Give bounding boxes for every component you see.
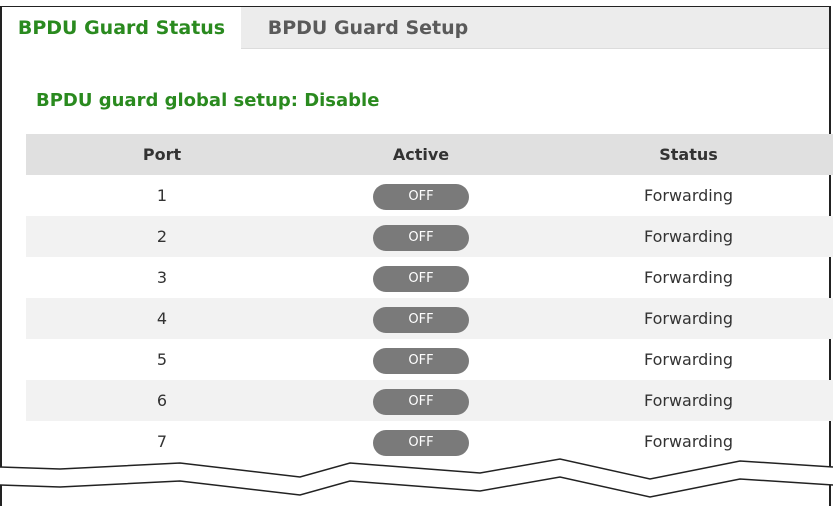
torn-edge-break — [0, 458, 833, 498]
global-setup-label: BPDU guard global setup: Disable — [36, 90, 380, 111]
port-number: 3 — [156, 268, 168, 287]
table-row: 5 OFF Forwarding — [26, 339, 833, 380]
column-header-port: Port — [142, 145, 182, 164]
port-number: 2 — [156, 227, 168, 246]
port-number: 6 — [156, 391, 168, 410]
column-header-active: Active — [392, 145, 450, 164]
table-row: 4 OFF Forwarding — [26, 298, 833, 339]
table-row: 1 OFF Forwarding — [26, 175, 833, 216]
column-header-status: Status — [659, 145, 718, 164]
active-cell: OFF — [298, 339, 544, 380]
port-number: 4 — [156, 309, 168, 328]
active-cell: OFF — [298, 175, 544, 216]
active-cell: OFF — [298, 216, 544, 257]
active-toggle[interactable]: OFF — [373, 347, 469, 374]
status-text: Forwarding — [643, 391, 734, 410]
active-cell: OFF — [298, 380, 544, 421]
table-row: 2 OFF Forwarding — [26, 216, 833, 257]
active-cell: OFF — [298, 298, 544, 339]
table-row: 3 OFF Forwarding — [26, 257, 833, 298]
port-number: 5 — [156, 350, 168, 369]
active-toggle[interactable]: OFF — [373, 265, 469, 292]
active-cell: OFF — [298, 257, 544, 298]
active-toggle[interactable]: OFF — [373, 388, 469, 415]
port-number: 1 — [156, 186, 168, 205]
status-text: Forwarding — [643, 186, 734, 205]
active-toggle[interactable]: OFF — [373, 224, 469, 251]
tab-bpdu-guard-status[interactable]: BPDU Guard Status — [2, 7, 241, 50]
tab-bpdu-guard-setup[interactable]: BPDU Guard Setup — [243, 7, 493, 49]
table-row: 6 OFF Forwarding — [26, 380, 833, 421]
port-status-table: Port Active Status 1 OFF Forwarding 2 OF… — [26, 134, 833, 462]
bpdu-guard-panel: BPDU Guard Status BPDU Guard Setup BPDU … — [0, 6, 833, 506]
table-header-row: Port Active Status — [26, 134, 833, 175]
active-toggle[interactable]: OFF — [373, 429, 469, 456]
active-toggle[interactable]: OFF — [373, 306, 469, 333]
tab-bar: BPDU Guard Status BPDU Guard Setup — [2, 7, 829, 50]
status-text: Forwarding — [643, 268, 734, 287]
status-text: Forwarding — [643, 309, 734, 328]
active-toggle[interactable]: OFF — [373, 183, 469, 210]
status-text: Forwarding — [643, 227, 734, 246]
status-text: Forwarding — [643, 350, 734, 369]
